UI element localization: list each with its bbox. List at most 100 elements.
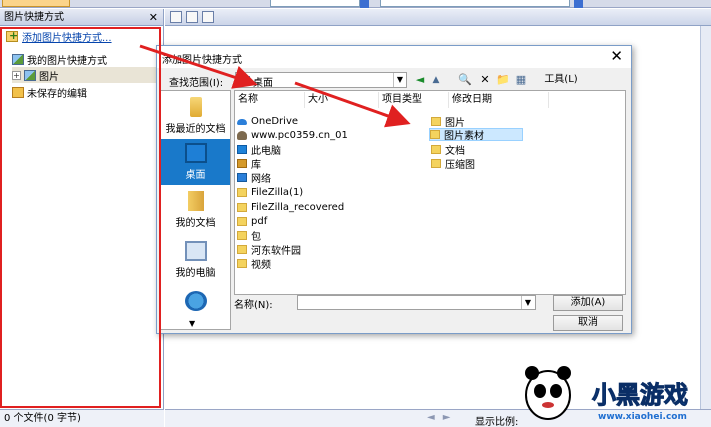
list-item[interactable]: 此电脑 (237, 143, 281, 157)
tree-item-my-shortcuts[interactable]: 我的图片快捷方式 (12, 51, 107, 67)
list-item[interactable]: FileZilla_recovered (237, 201, 344, 214)
column-header-type[interactable]: 项目类型 (379, 92, 449, 108)
toolbar-dropdown[interactable] (360, 0, 369, 8)
add-shortcut-label[interactable]: 添加图片快捷方式... (22, 29, 112, 44)
lookin-combobox[interactable]: 桌面 ▼ (235, 72, 407, 89)
column-header-date[interactable]: 修改日期 (449, 92, 549, 108)
list-item-label: 河东软件园 (251, 246, 301, 257)
active-toolbar-button[interactable] (2, 0, 70, 7)
tools-menu[interactable]: 工具(L) (537, 72, 585, 88)
list-item-label: 压缩图 (445, 160, 475, 171)
page-nav-arrows[interactable]: ◄► (427, 412, 458, 423)
list-item[interactable]: pdf (237, 215, 267, 228)
picture-shortcut-icon (12, 53, 24, 65)
place-label: 我最近的文档 (165, 124, 226, 135)
list-item[interactable]: 库 (237, 157, 261, 171)
filename-input[interactable] (297, 295, 536, 310)
list-item[interactable]: 视频 (237, 257, 271, 271)
onedrive-icon (237, 118, 247, 125)
search-icon[interactable]: 🔍 (457, 72, 473, 88)
add-shortcut-link[interactable]: 添加图片快捷方式... (3, 28, 156, 45)
place-network[interactable] (161, 287, 230, 329)
chevron-down-icon[interactable]: ▼ (521, 296, 534, 309)
list-item-label: 网络 (251, 174, 271, 185)
thumbnail-view-icon[interactable] (170, 11, 182, 23)
places-scroll-down-icon[interactable]: ▼ (189, 319, 195, 328)
my-computer-icon (184, 241, 207, 261)
list-item-label: 视频 (251, 260, 271, 271)
list-item-selected[interactable]: 图片素材 (429, 128, 523, 142)
toolbar-dropdown-2[interactable] (574, 0, 583, 8)
gallery-view-icon[interactable] (202, 11, 214, 23)
place-my-documents[interactable]: 我的文档 (161, 187, 230, 233)
dialog-title: 添加图片快捷方式 (162, 55, 242, 66)
column-header-size[interactable]: 大小 (305, 92, 379, 108)
list-item[interactable]: 包 (237, 229, 261, 243)
filename-label: 名称(N): (234, 300, 273, 311)
folder-icon (430, 130, 440, 139)
tree-item-unsaved-edits[interactable]: 未保存的编辑 (12, 84, 87, 100)
lookin-value: 桌面 (253, 78, 273, 89)
tree-item-label: 我的图片快捷方式 (27, 55, 107, 67)
column-header-name[interactable]: 名称 (235, 92, 305, 108)
dialog-titlebar: 添加图片快捷方式 ✕ (157, 46, 631, 68)
left-pane-title-text: 图片快捷方式 (4, 12, 64, 23)
my-documents-icon (187, 191, 204, 211)
view-menu-icon[interactable]: ▦ (513, 72, 529, 88)
list-item-label: FileZilla_recovered (251, 202, 345, 213)
main-toolbar (165, 9, 711, 26)
list-item[interactable]: OneDrive (237, 115, 298, 128)
list-item-label: 图片素材 (444, 131, 484, 142)
place-recent-docs[interactable]: 我最近的文档 (161, 93, 230, 139)
cancel-button[interactable]: 取消 (553, 315, 623, 331)
place-my-computer[interactable]: 我的电脑 (161, 237, 230, 283)
expand-icon[interactable]: + (12, 70, 21, 80)
desktop-icon (184, 143, 207, 163)
folder-icon (431, 159, 441, 168)
close-icon[interactable]: ✕ (149, 9, 158, 26)
tree-item-pictures[interactable]: + 图片 (12, 67, 162, 83)
folder-icon (237, 203, 247, 212)
back-icon[interactable]: ◄ (412, 72, 428, 88)
up-folder-icon[interactable]: ▲ (429, 72, 443, 88)
top-toolbar-strip (0, 0, 711, 8)
add-shortcut-icon (6, 29, 18, 42)
lookin-label: 查找范围(I): (169, 78, 224, 89)
chevron-down-icon[interactable]: ▼ (393, 73, 406, 87)
list-item[interactable]: 河东软件园 (237, 243, 301, 257)
place-desktop[interactable]: 桌面 (161, 139, 230, 185)
left-pane-title: 图片快捷方式 ✕ (0, 9, 163, 26)
tree-item-label: 图片 (39, 71, 59, 83)
list-item-label: OneDrive (251, 116, 299, 127)
main-scrollbar[interactable] (700, 26, 711, 409)
toolbar-field[interactable] (270, 0, 360, 7)
edit-icon (12, 86, 24, 98)
toolbar-field-2[interactable] (380, 0, 570, 7)
delete-icon[interactable]: ✕ (477, 72, 493, 88)
picture-icon (24, 69, 36, 81)
file-count-status: 0 个文件(0 字节) (4, 413, 81, 424)
list-item[interactable]: www.pc0359.cn_01 (237, 129, 348, 142)
left-status-bar: 0 个文件(0 字节) (0, 409, 164, 427)
folder-icon (237, 188, 247, 197)
watermark-url: www.xiaohei.com (598, 412, 687, 422)
list-item-label: 文档 (445, 146, 465, 157)
list-item[interactable]: 文档 (431, 143, 465, 157)
list-item[interactable]: 网络 (237, 171, 271, 185)
list-item[interactable]: FileZilla(1) (237, 186, 303, 199)
dialog-close-icon[interactable]: ✕ (610, 48, 623, 64)
new-folder-icon[interactable]: 📁 (495, 72, 511, 88)
list-item-label: 此电脑 (251, 146, 281, 157)
folder-icon (237, 259, 247, 268)
add-button[interactable]: 添加(A) (553, 295, 623, 311)
list-item-label: FileZilla(1) (251, 187, 304, 198)
list-item[interactable]: 压缩图 (431, 157, 475, 171)
place-label: 桌面 (185, 170, 206, 181)
list-item-label: pdf (251, 216, 268, 227)
this-pc-icon (237, 145, 247, 154)
file-list[interactable]: 名称 大小 项目类型 修改日期 OneDrive www.pc0359.cn_0… (234, 90, 626, 295)
network-icon (237, 173, 247, 182)
image-view-icon[interactable] (186, 11, 198, 23)
list-item-label: 库 (251, 160, 261, 171)
list-item-label: 包 (251, 232, 261, 243)
